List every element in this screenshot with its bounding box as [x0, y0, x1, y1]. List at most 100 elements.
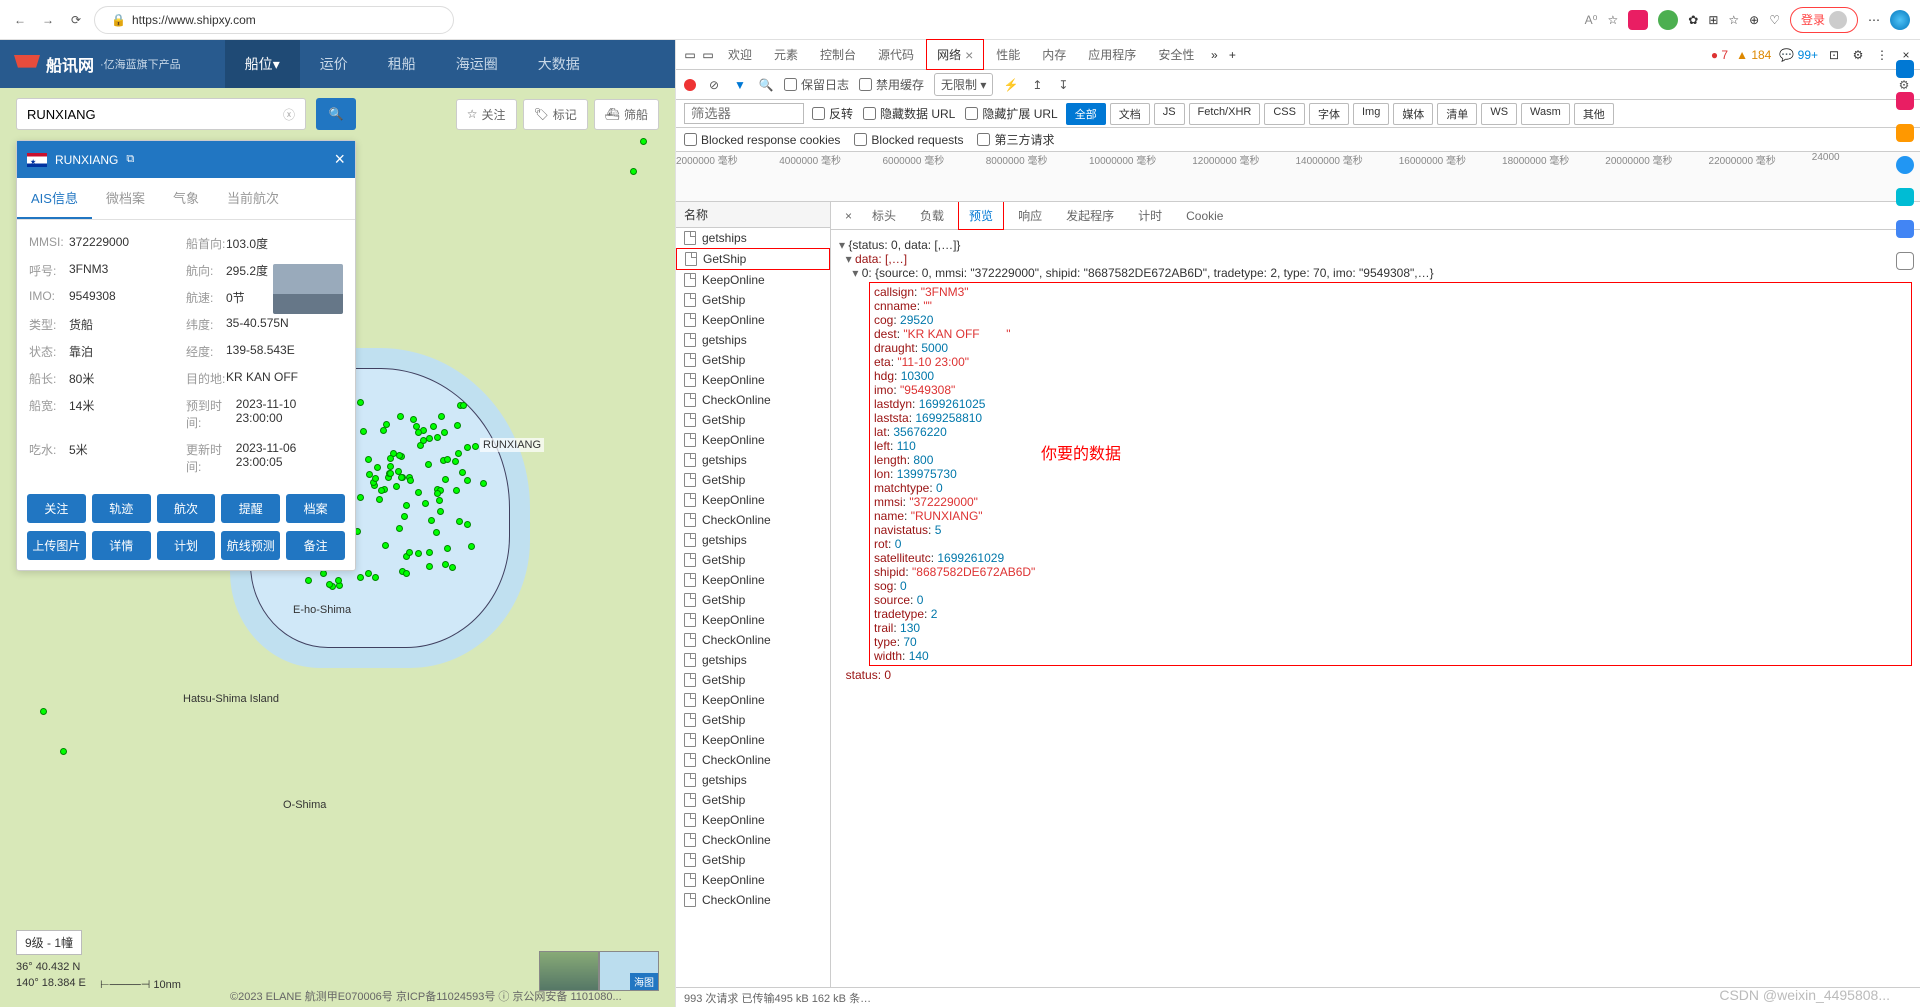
- request-item[interactable]: KeepOnline: [676, 490, 830, 510]
- filter-type-pill[interactable]: CSS: [1264, 103, 1305, 125]
- hide-data-checkbox[interactable]: 隐藏数据 URL: [863, 105, 955, 122]
- resp-tab-headers[interactable]: 标头: [862, 202, 906, 229]
- menu-icon[interactable]: ⋯: [1868, 13, 1880, 27]
- issues-icon[interactable]: ⊡: [1826, 47, 1842, 63]
- request-item[interactable]: getships: [676, 450, 830, 470]
- tab-elements[interactable]: 元素: [764, 40, 808, 69]
- preserve-log-checkbox[interactable]: 保留日志: [784, 76, 849, 93]
- action-button[interactable]: 航线预测: [221, 531, 280, 560]
- upload-icon[interactable]: ↥: [1029, 77, 1045, 93]
- action-button[interactable]: 轨迹: [92, 494, 151, 523]
- request-item[interactable]: GetShip: [676, 350, 830, 370]
- disable-cache-checkbox[interactable]: 禁用缓存: [859, 76, 924, 93]
- nav-tab-ship[interactable]: 船位 ▾: [225, 40, 300, 88]
- clear-icon[interactable]: ⊘: [706, 77, 722, 93]
- sb-briefcase-icon[interactable]: [1896, 124, 1914, 142]
- map-type-switch[interactable]: 海图: [539, 951, 659, 991]
- filter-type-pill[interactable]: Img: [1353, 103, 1389, 125]
- request-item[interactable]: CheckOnline: [676, 890, 830, 910]
- request-item[interactable]: KeepOnline: [676, 570, 830, 590]
- nav-tab-charter[interactable]: 租船: [368, 40, 436, 88]
- follow-button[interactable]: ☆ 关注: [456, 99, 517, 130]
- request-item[interactable]: KeepOnline: [676, 310, 830, 330]
- request-item[interactable]: CheckOnline: [676, 510, 830, 530]
- star-icon[interactable]: ☆: [1608, 13, 1619, 27]
- ext-icon-1[interactable]: [1628, 10, 1648, 30]
- search-input[interactable]: [27, 107, 283, 122]
- nav-tab-circle[interactable]: 海运圈: [436, 40, 518, 88]
- map-ship-label[interactable]: RUNXIANG: [480, 438, 544, 452]
- sb-add-icon[interactable]: [1896, 252, 1914, 270]
- dt-menu-icon[interactable]: ⋮: [1874, 47, 1890, 63]
- tab-voyage[interactable]: 当前航次: [213, 178, 293, 219]
- sb-chat-icon[interactable]: [1896, 60, 1914, 78]
- tab-weather[interactable]: 气象: [159, 178, 213, 219]
- resp-tab-preview[interactable]: 预览: [958, 202, 1004, 230]
- tab-sources[interactable]: 源代码: [868, 40, 924, 69]
- add-tab-icon[interactable]: +: [1224, 47, 1240, 63]
- resp-tab-cookie[interactable]: Cookie: [1176, 204, 1233, 228]
- sb-ico-2[interactable]: [1896, 92, 1914, 110]
- ext-icon-4[interactable]: ☆: [1728, 13, 1739, 27]
- filter-type-pill[interactable]: 字体: [1309, 103, 1349, 125]
- request-item[interactable]: getships: [676, 650, 830, 670]
- forward-icon[interactable]: →: [38, 10, 58, 30]
- filter-type-pill[interactable]: 全部: [1066, 103, 1106, 125]
- request-item[interactable]: CheckOnline: [676, 630, 830, 650]
- blocked-req-checkbox[interactable]: Blocked requests: [854, 133, 963, 147]
- tab-security[interactable]: 安全性: [1148, 40, 1204, 69]
- request-item[interactable]: KeepOnline: [676, 690, 830, 710]
- request-item[interactable]: GetShip: [676, 710, 830, 730]
- request-item[interactable]: KeepOnline: [676, 730, 830, 750]
- zoom-level[interactable]: 9级 - 1幢: [16, 930, 82, 955]
- clear-icon[interactable]: ⓧ: [283, 106, 295, 123]
- filter-type-pill[interactable]: WS: [1481, 103, 1517, 125]
- tab-ais[interactable]: AIS信息: [17, 178, 92, 219]
- resp-tab-initiator[interactable]: 发起程序: [1056, 202, 1124, 229]
- collections-icon[interactable]: ⊞: [1708, 13, 1718, 27]
- search-icon[interactable]: 🔍: [758, 77, 774, 93]
- tab-network[interactable]: 网络 ×: [926, 39, 984, 70]
- action-button[interactable]: 详情: [92, 531, 151, 560]
- request-item[interactable]: GetShip: [676, 590, 830, 610]
- resp-close-icon[interactable]: ×: [839, 209, 858, 223]
- nav-tab-data[interactable]: 大数据: [518, 40, 600, 88]
- request-item[interactable]: getships: [676, 228, 830, 248]
- request-item[interactable]: CheckOnline: [676, 830, 830, 850]
- request-item[interactable]: getships: [676, 770, 830, 790]
- reload-icon[interactable]: ⟳: [66, 10, 86, 30]
- info-badge[interactable]: 💬 99+: [1779, 48, 1818, 62]
- third-party-checkbox[interactable]: 第三方请求: [977, 131, 1054, 148]
- filter-type-pill[interactable]: Wasm: [1521, 103, 1570, 125]
- filter-type-pill[interactable]: 清单: [1437, 103, 1477, 125]
- request-item[interactable]: GetShip: [676, 790, 830, 810]
- request-item[interactable]: GetShip: [676, 470, 830, 490]
- ext-icon-5[interactable]: ⊕: [1749, 13, 1759, 27]
- json-preview[interactable]: ▾ {status: 0, data: [,…]} ▾ data: [,…] ▾…: [831, 230, 1920, 987]
- device-icon[interactable]: ▭: [700, 47, 716, 63]
- search-button[interactable]: 🔍: [316, 98, 356, 130]
- download-icon[interactable]: ↧: [1055, 77, 1071, 93]
- timeline[interactable]: 2000000 毫秒4000000 毫秒6000000 毫秒8000000 毫秒…: [676, 152, 1920, 202]
- request-item[interactable]: CheckOnline: [676, 390, 830, 410]
- request-item[interactable]: GetShip: [676, 850, 830, 870]
- more-tabs-icon[interactable]: »: [1206, 47, 1222, 63]
- request-item[interactable]: KeepOnline: [676, 270, 830, 290]
- tab-close-icon[interactable]: ×: [965, 47, 973, 63]
- back-icon[interactable]: ←: [10, 10, 30, 30]
- tab-welcome[interactable]: 欢迎: [718, 40, 762, 69]
- filter-input[interactable]: [684, 103, 804, 124]
- close-icon[interactable]: ×: [334, 149, 345, 170]
- tab-memory[interactable]: 内存: [1032, 40, 1076, 69]
- filter-type-pill[interactable]: 文档: [1110, 103, 1150, 125]
- ext-icon-6[interactable]: ♡: [1769, 13, 1780, 27]
- request-item[interactable]: KeepOnline: [676, 810, 830, 830]
- resp-tab-timing[interactable]: 计时: [1128, 202, 1172, 229]
- request-item[interactable]: KeepOnline: [676, 610, 830, 630]
- action-button[interactable]: 提醒: [221, 494, 280, 523]
- action-button[interactable]: 航次: [157, 494, 216, 523]
- throttle-select[interactable]: 无限制 ▾: [934, 73, 993, 96]
- sb-ico-5[interactable]: [1896, 188, 1914, 206]
- action-button[interactable]: 计划: [157, 531, 216, 560]
- mark-button[interactable]: 🏷 标记: [523, 99, 588, 130]
